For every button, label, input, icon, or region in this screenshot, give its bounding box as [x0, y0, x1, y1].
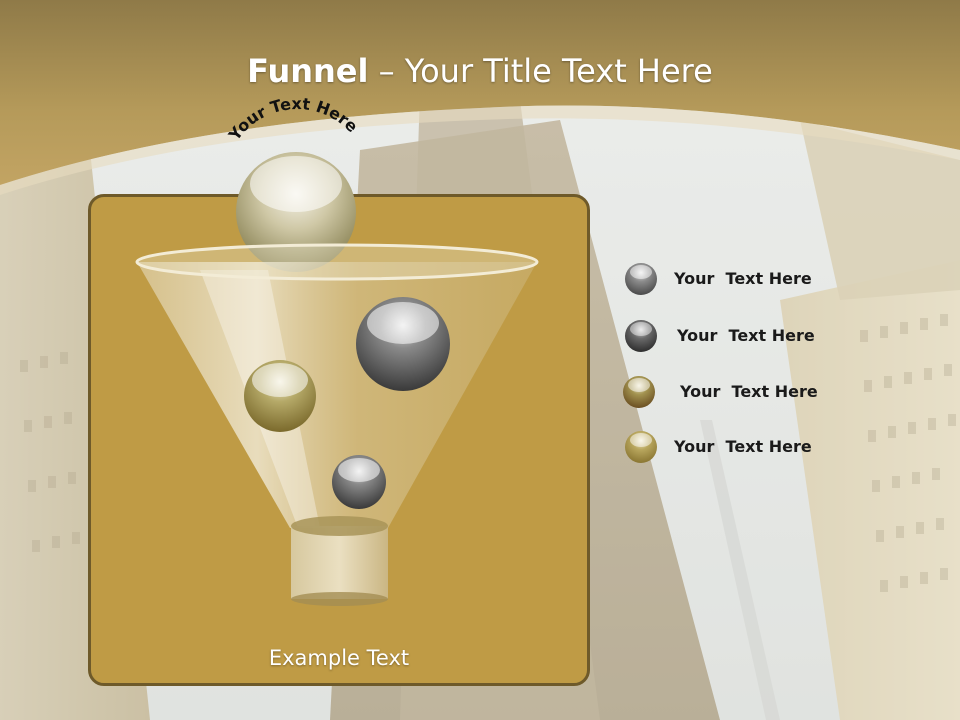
funnel-cylinder: [291, 516, 388, 606]
funnel-diagram: Your Text Here: [135, 94, 539, 606]
legend-ball-icon: [623, 376, 655, 408]
legend-ball-icon: [625, 320, 657, 352]
legend-label: Your Text Here: [677, 326, 815, 345]
legend-label: Your Text Here: [674, 269, 812, 288]
example-text: Example Text: [268, 646, 410, 670]
legend-label: Your Text Here: [680, 382, 818, 401]
legend-ball-icon: [625, 431, 657, 463]
ball-dark-large: [356, 297, 450, 391]
ball-grey-small: [332, 455, 386, 509]
legend-ball-icon: [625, 263, 657, 295]
arc-label-text: Your Text Here: [224, 94, 362, 145]
slide: Funnel – Your Title Text Here Your Text …: [0, 0, 960, 720]
ball-olive: [244, 360, 316, 432]
arc-label: Your Text Here: [224, 94, 362, 145]
legend-label: Your Text Here: [674, 437, 812, 456]
